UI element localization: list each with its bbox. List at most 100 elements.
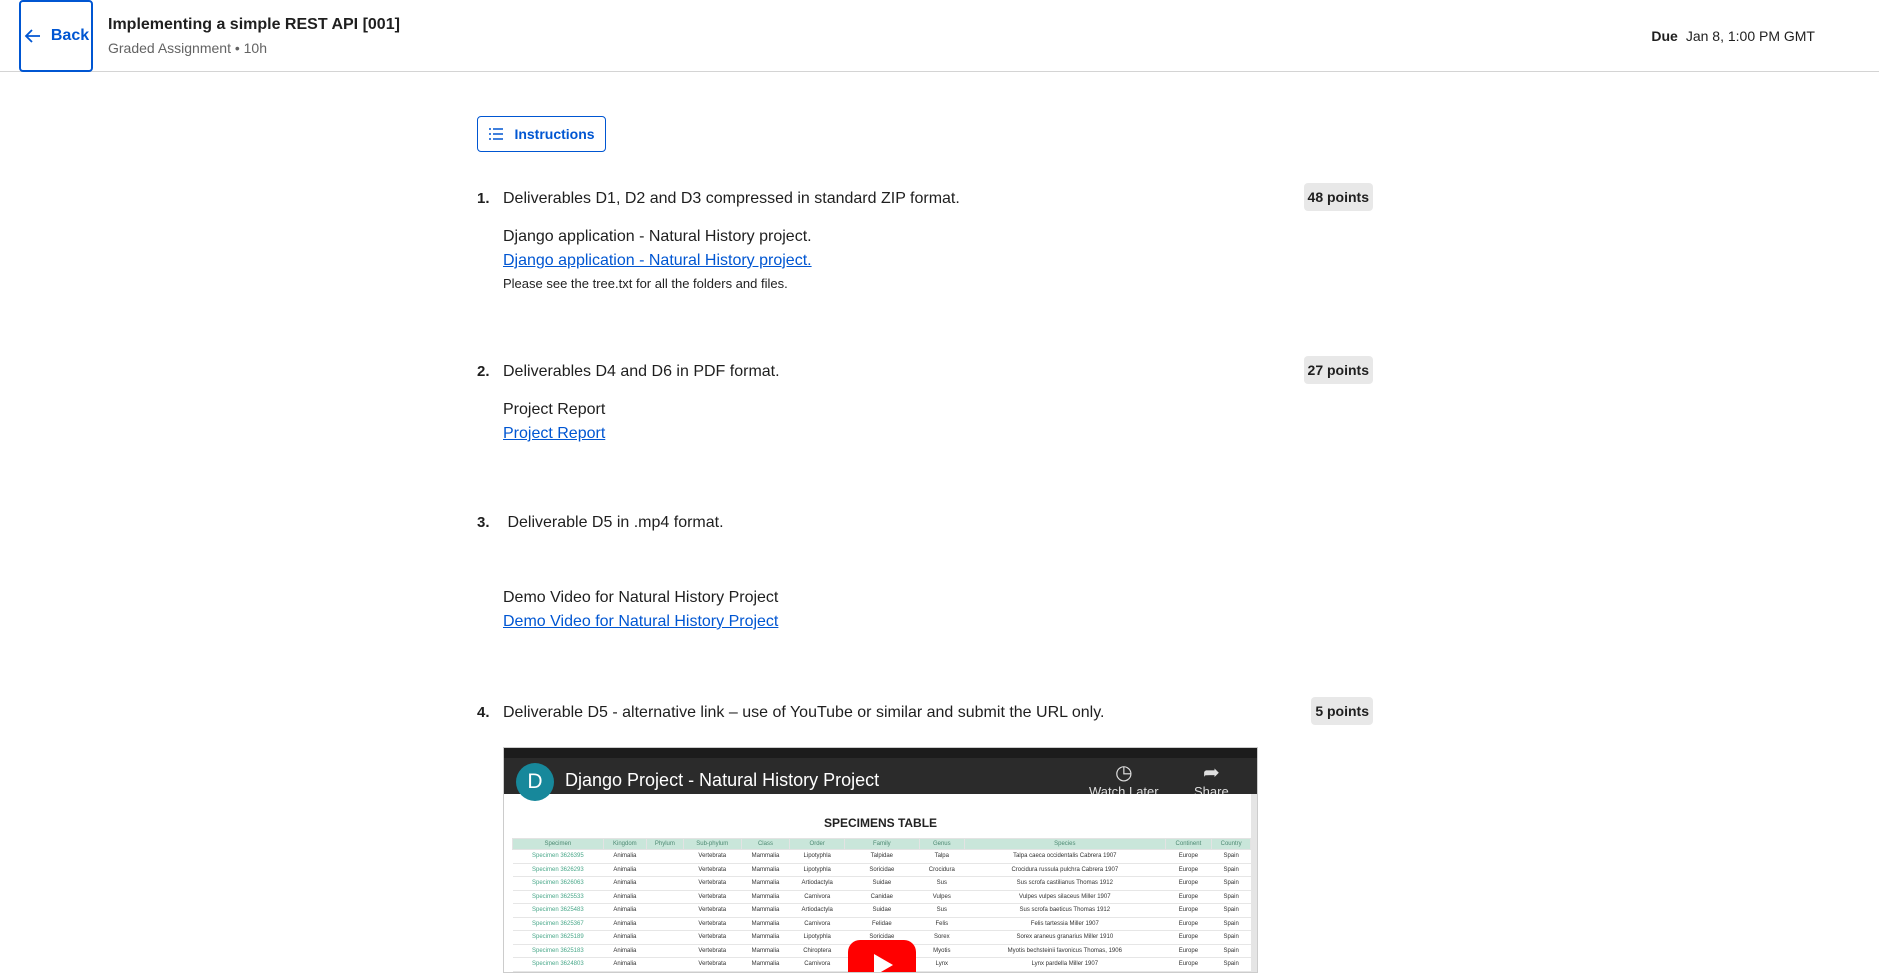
table-cell — [646, 917, 684, 931]
table-row: Specimen 3626293 Animalia Vertebrata Mammal… — [512, 863, 1251, 877]
table-cell: Vulpes — [919, 890, 965, 904]
table-cell: Spain — [1211, 849, 1251, 864]
table-cell: Vulpes vulpes silaceus Miller 1907 — [964, 890, 1165, 904]
question-text: Deliverable D5 in .mp4 format. — [503, 514, 724, 531]
table-header-cell: Species — [964, 838, 1166, 850]
table-cell: Specimen 3625483 — [512, 903, 604, 918]
clock-icon: ◷ — [1115, 762, 1133, 784]
play-icon[interactable] — [848, 940, 916, 972]
table-cell: Myotis — [919, 944, 965, 958]
points-badge: 5 points — [1311, 697, 1373, 725]
question-text: Deliverable D5 - alternative link – use … — [503, 704, 1105, 721]
due-date: Due Jan 8, 1:00 PM GMT — [1651, 28, 1815, 44]
question-text: Deliverables D1, D2 and D3 compressed in… — [503, 190, 960, 207]
table-cell: Carnivora — [789, 957, 845, 972]
due-label: Due — [1651, 28, 1678, 44]
table-cell: Sus scrofa castilianus Thomas 1912 — [964, 876, 1165, 891]
question-number: 2. — [477, 363, 490, 380]
table-cell: Vertebrata — [683, 917, 742, 931]
channel-avatar[interactable]: D — [516, 763, 554, 801]
table-cell: Sorex araneus granarius Miller 1910 — [964, 930, 1165, 945]
table-cell: Animalia — [603, 930, 647, 945]
submission-link[interactable]: Demo Video for Natural History Project — [503, 613, 778, 631]
arrow-left-icon — [24, 29, 40, 43]
watch-later-label: Watch Later — [1089, 784, 1159, 799]
submission-link[interactable]: Django application - Natural History pro… — [503, 252, 812, 270]
list-icon — [489, 128, 504, 140]
table-cell — [646, 863, 684, 877]
table-header-cell: Order — [789, 838, 846, 850]
table-row: Specimen 3625367 Animalia Vertebrata Mammal… — [512, 917, 1251, 931]
table-cell — [646, 930, 684, 945]
table-cell: Lynx — [919, 957, 965, 972]
table-cell: Animalia — [603, 890, 647, 904]
table-cell: Artiodactyla — [789, 876, 845, 891]
top-bar: Back Implementing a simple REST API [001… — [0, 0, 1879, 72]
table-cell: Europe — [1165, 944, 1212, 958]
table-cell: Spain — [1211, 930, 1251, 945]
table-cell: Artiodactyla — [789, 903, 845, 918]
table-cell: Spain — [1211, 957, 1251, 972]
table-cell: Animalia — [603, 849, 647, 864]
table-cell: Spain — [1211, 876, 1251, 891]
watch-later-button[interactable]: ◷ Watch Later — [1089, 760, 1159, 799]
table-cell: Mammalia — [741, 863, 790, 877]
table-cell: Suidae — [844, 903, 919, 918]
share-label: Share — [1194, 784, 1229, 799]
table-cell: Felidae — [844, 917, 919, 931]
back-button[interactable]: Back — [19, 0, 93, 72]
table-header-cell: Specimen — [512, 838, 604, 850]
table-cell: Carnivora — [789, 890, 845, 904]
table-cell: Canidae — [844, 890, 919, 904]
back-label: Back — [50, 27, 90, 44]
table-cell: Spain — [1211, 903, 1251, 918]
table-header-cell: Country — [1211, 838, 1251, 850]
table-row: Specimen 3626063 Animalia Vertebrata Mammal… — [512, 876, 1251, 891]
table-cell: Felis — [919, 917, 965, 931]
table-header-cell: Phylum — [645, 838, 684, 850]
video-title[interactable]: Django Project - Natural History Project — [565, 770, 879, 791]
table-cell: Chiroptera — [789, 944, 845, 958]
share-button[interactable]: ➦ Share — [1194, 760, 1229, 799]
table-cell: Specimen 3625367 — [512, 917, 604, 931]
table-cell: Europe — [1165, 903, 1212, 918]
table-cell: Mammalia — [741, 890, 790, 904]
share-icon: ➦ — [1202, 762, 1220, 784]
table-cell: Vertebrata — [683, 930, 742, 945]
video-browser-strip — [504, 748, 1257, 758]
video-scrollbar — [1251, 794, 1257, 972]
submission-label: Project Report — [503, 401, 606, 418]
table-row: Specimen 3626395 Animalia Vertebrata Mammal… — [512, 849, 1251, 864]
table-cell: Lipotyphla — [789, 863, 845, 877]
table-cell: Mammalia — [741, 930, 790, 945]
table-header-cell: Class — [740, 838, 791, 850]
table-cell: Felis tartessia Miller 1907 — [964, 917, 1165, 931]
table-cell: Europe — [1165, 849, 1212, 864]
instructions-button[interactable]: Instructions — [477, 116, 606, 152]
table-cell: Spain — [1211, 944, 1251, 958]
table-cell: Lipotyphla — [789, 849, 845, 864]
table-cell: Europe — [1165, 890, 1212, 904]
table-cell: Europe — [1165, 957, 1212, 972]
table-cell: Vertebrata — [683, 876, 742, 891]
table-cell: Talpa caeca occidentalis Cabrera 1907 — [964, 849, 1165, 864]
table-cell: Vertebrata — [683, 957, 742, 972]
table-cell: Mammalia — [741, 957, 790, 972]
assignment-title: Implementing a simple REST API [001] — [108, 16, 400, 33]
video-embed[interactable]: D Django Project - Natural History Proje… — [503, 747, 1258, 973]
submission-link[interactable]: Project Report — [503, 425, 605, 443]
table-header-cell: Genus — [918, 838, 966, 850]
table-cell: Europe — [1165, 930, 1212, 945]
table-cell: Sus scrofa baeticus Thomas 1912 — [964, 903, 1165, 918]
table-cell: Vertebrata — [683, 849, 742, 864]
due-value: Jan 8, 1:00 PM GMT — [1685, 28, 1815, 44]
table-cell: Specimen 3625183 — [512, 944, 604, 958]
table-cell: Mammalia — [741, 944, 790, 958]
table-cell: Sus — [919, 903, 965, 918]
table-cell: Myotis bechsteinii favonicus Thomas, 190… — [964, 944, 1165, 958]
question-number: 4. — [477, 704, 490, 721]
table-cell — [646, 849, 684, 864]
table-cell: Europe — [1165, 917, 1212, 931]
table-cell: Specimen 3625533 — [512, 890, 604, 904]
table-header-cell: Kingdom — [602, 838, 647, 850]
